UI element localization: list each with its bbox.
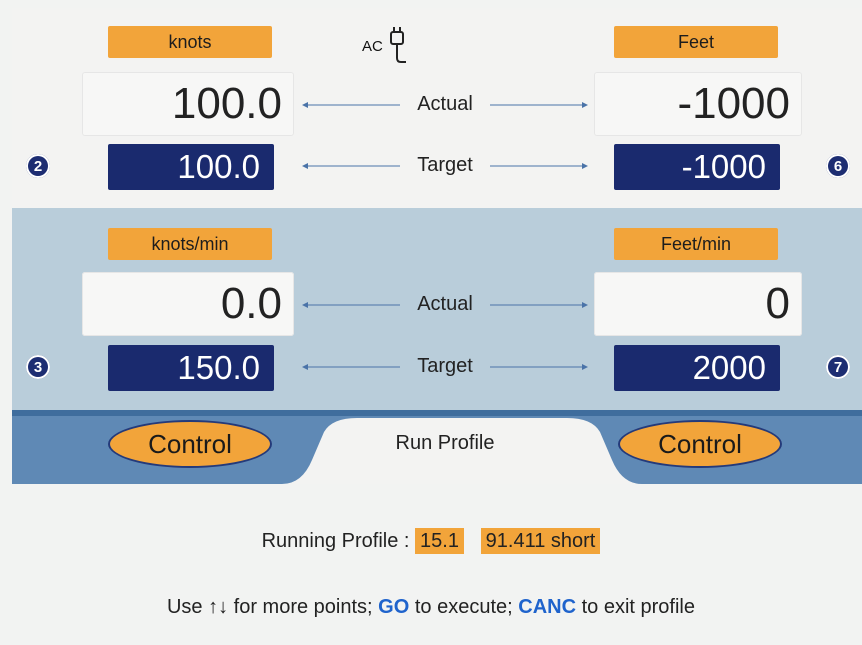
airspeed-rate-unit-label: knots/min <box>108 228 272 260</box>
help-text-part3: to exit profile <box>576 596 695 618</box>
altitude-actual-value: -1000 <box>594 72 802 136</box>
airspeed-unit-label: knots <box>108 26 272 58</box>
right-control-button[interactable]: Control <box>618 420 782 468</box>
help-text-part2: to execute; <box>409 596 519 618</box>
help-text-part1: Use ↑↓ for more points; <box>166 596 379 618</box>
climb-rate-actual-value: 0 <box>594 272 802 336</box>
left-control-button[interactable]: Control <box>108 420 272 468</box>
running-profile-label: Running Profile : <box>261 530 410 552</box>
rate-target-label: Target <box>417 355 473 377</box>
airspeed-actual-value: 100.0 <box>82 72 294 136</box>
tab-run-profile[interactable]: Run Profile <box>350 432 540 455</box>
airspeed-rate-actual-value: 0.0 <box>82 272 294 336</box>
canc-keyword: CANC <box>518 596 577 618</box>
badge-2: 2 <box>26 154 50 178</box>
rate-actual-label: Actual <box>417 293 473 315</box>
climb-rate-unit-label: Feet/min <box>614 228 778 260</box>
profile-detail: 91.411 short <box>480 528 601 554</box>
running-profile-status: Running Profile : 15.1 91.411 short <box>0 528 862 554</box>
profile-number: 15.1 <box>415 528 464 554</box>
badge-3: 3 <box>26 355 50 379</box>
badge-7: 7 <box>826 355 850 379</box>
plug-icon <box>389 27 406 63</box>
altitude-target-value[interactable]: -1000 <box>614 144 780 190</box>
airspeed-rate-target-value[interactable]: 150.0 <box>108 345 274 391</box>
power-indicator: AC <box>362 26 422 66</box>
help-text: Use ↑↓ for more points; GO to execute; C… <box>0 596 862 619</box>
altitude-unit-label: Feet <box>614 26 778 58</box>
airspeed-target-value[interactable]: 100.0 <box>108 144 274 190</box>
go-keyword: GO <box>378 596 410 618</box>
climb-rate-target-value[interactable]: 2000 <box>614 345 780 391</box>
badge-6: 6 <box>826 154 850 178</box>
actual-label: Actual <box>417 93 473 115</box>
target-label: Target <box>417 154 473 176</box>
power-label: AC <box>362 37 383 55</box>
